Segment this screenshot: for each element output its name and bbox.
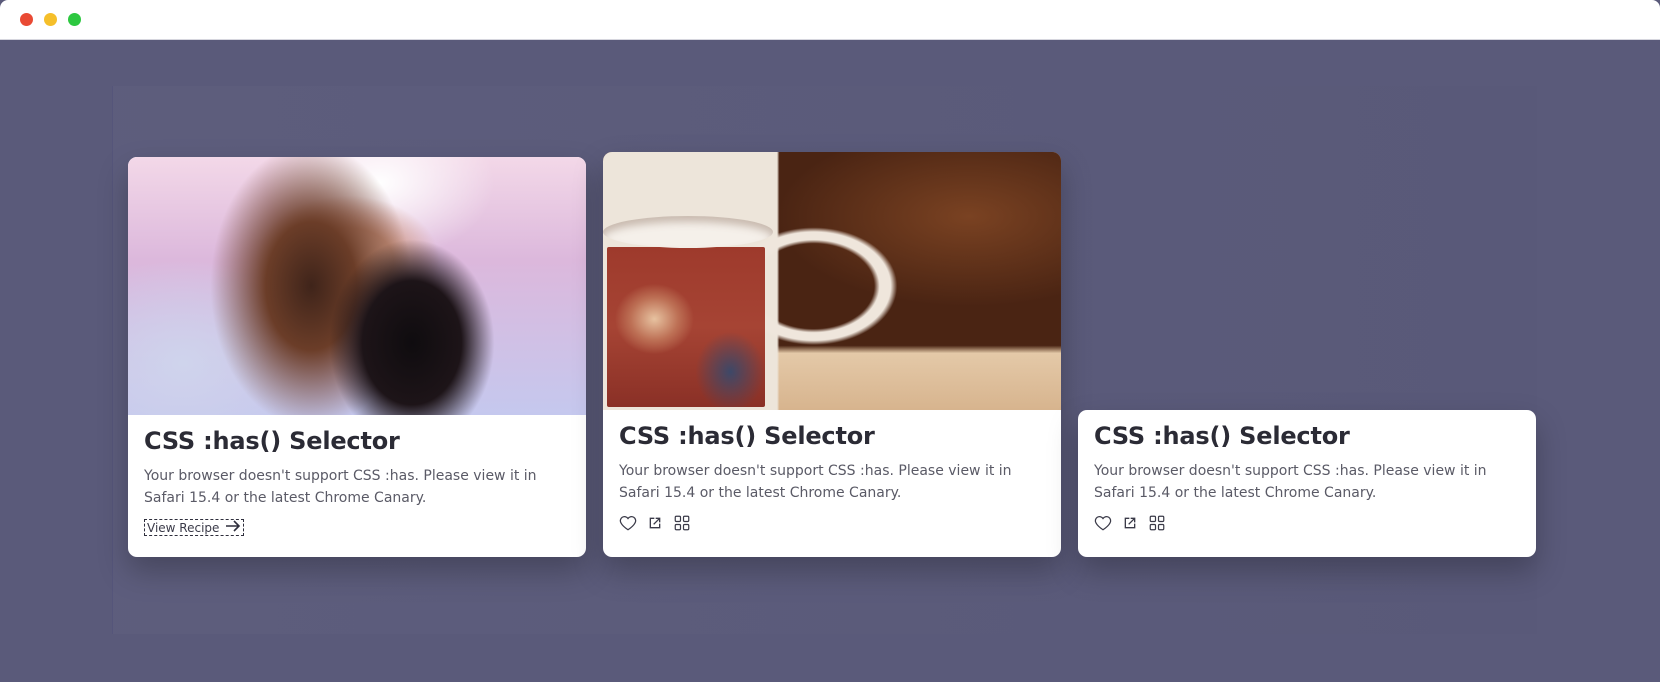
view-recipe-label: View Recipe bbox=[147, 520, 220, 535]
share-icon[interactable] bbox=[1122, 515, 1138, 531]
window-titlebar bbox=[0, 0, 1660, 40]
card-description: Your browser doesn't support CSS :has. P… bbox=[1094, 463, 1487, 501]
card-actions bbox=[619, 514, 1045, 532]
card-actions bbox=[1094, 514, 1520, 532]
recipe-card-3[interactable]: CSS :has() Selector Your browser doesn't… bbox=[1078, 410, 1536, 557]
heart-icon[interactable] bbox=[619, 514, 637, 532]
share-icon[interactable] bbox=[647, 515, 663, 531]
recipe-card-2[interactable]: CSS :has() Selector Your browser doesn't… bbox=[603, 152, 1061, 557]
grid-icon[interactable] bbox=[673, 514, 691, 532]
arrow-right-icon bbox=[225, 520, 241, 535]
minimize-window-button[interactable] bbox=[44, 13, 57, 26]
card-image-mug bbox=[603, 152, 1061, 410]
recipe-card-1[interactable]: CSS :has() Selector Your browser doesn't… bbox=[128, 157, 586, 557]
card-title: CSS :has() Selector bbox=[619, 422, 875, 450]
mug-stamp-label bbox=[607, 247, 765, 407]
card-image-woman bbox=[128, 157, 586, 415]
view-recipe-link[interactable]: View Recipe bbox=[144, 519, 245, 536]
grid-icon[interactable] bbox=[1148, 514, 1166, 532]
card-title: CSS :has() Selector bbox=[144, 427, 400, 455]
card-description: Your browser doesn't support CSS :has. P… bbox=[619, 463, 1012, 501]
zoom-window-button[interactable] bbox=[68, 13, 81, 26]
close-window-button[interactable] bbox=[20, 13, 33, 26]
card-title: CSS :has() Selector bbox=[1094, 422, 1350, 450]
heart-icon[interactable] bbox=[1094, 514, 1112, 532]
mug-rim bbox=[603, 216, 773, 248]
card-description: Your browser doesn't support CSS :has. P… bbox=[144, 468, 537, 506]
